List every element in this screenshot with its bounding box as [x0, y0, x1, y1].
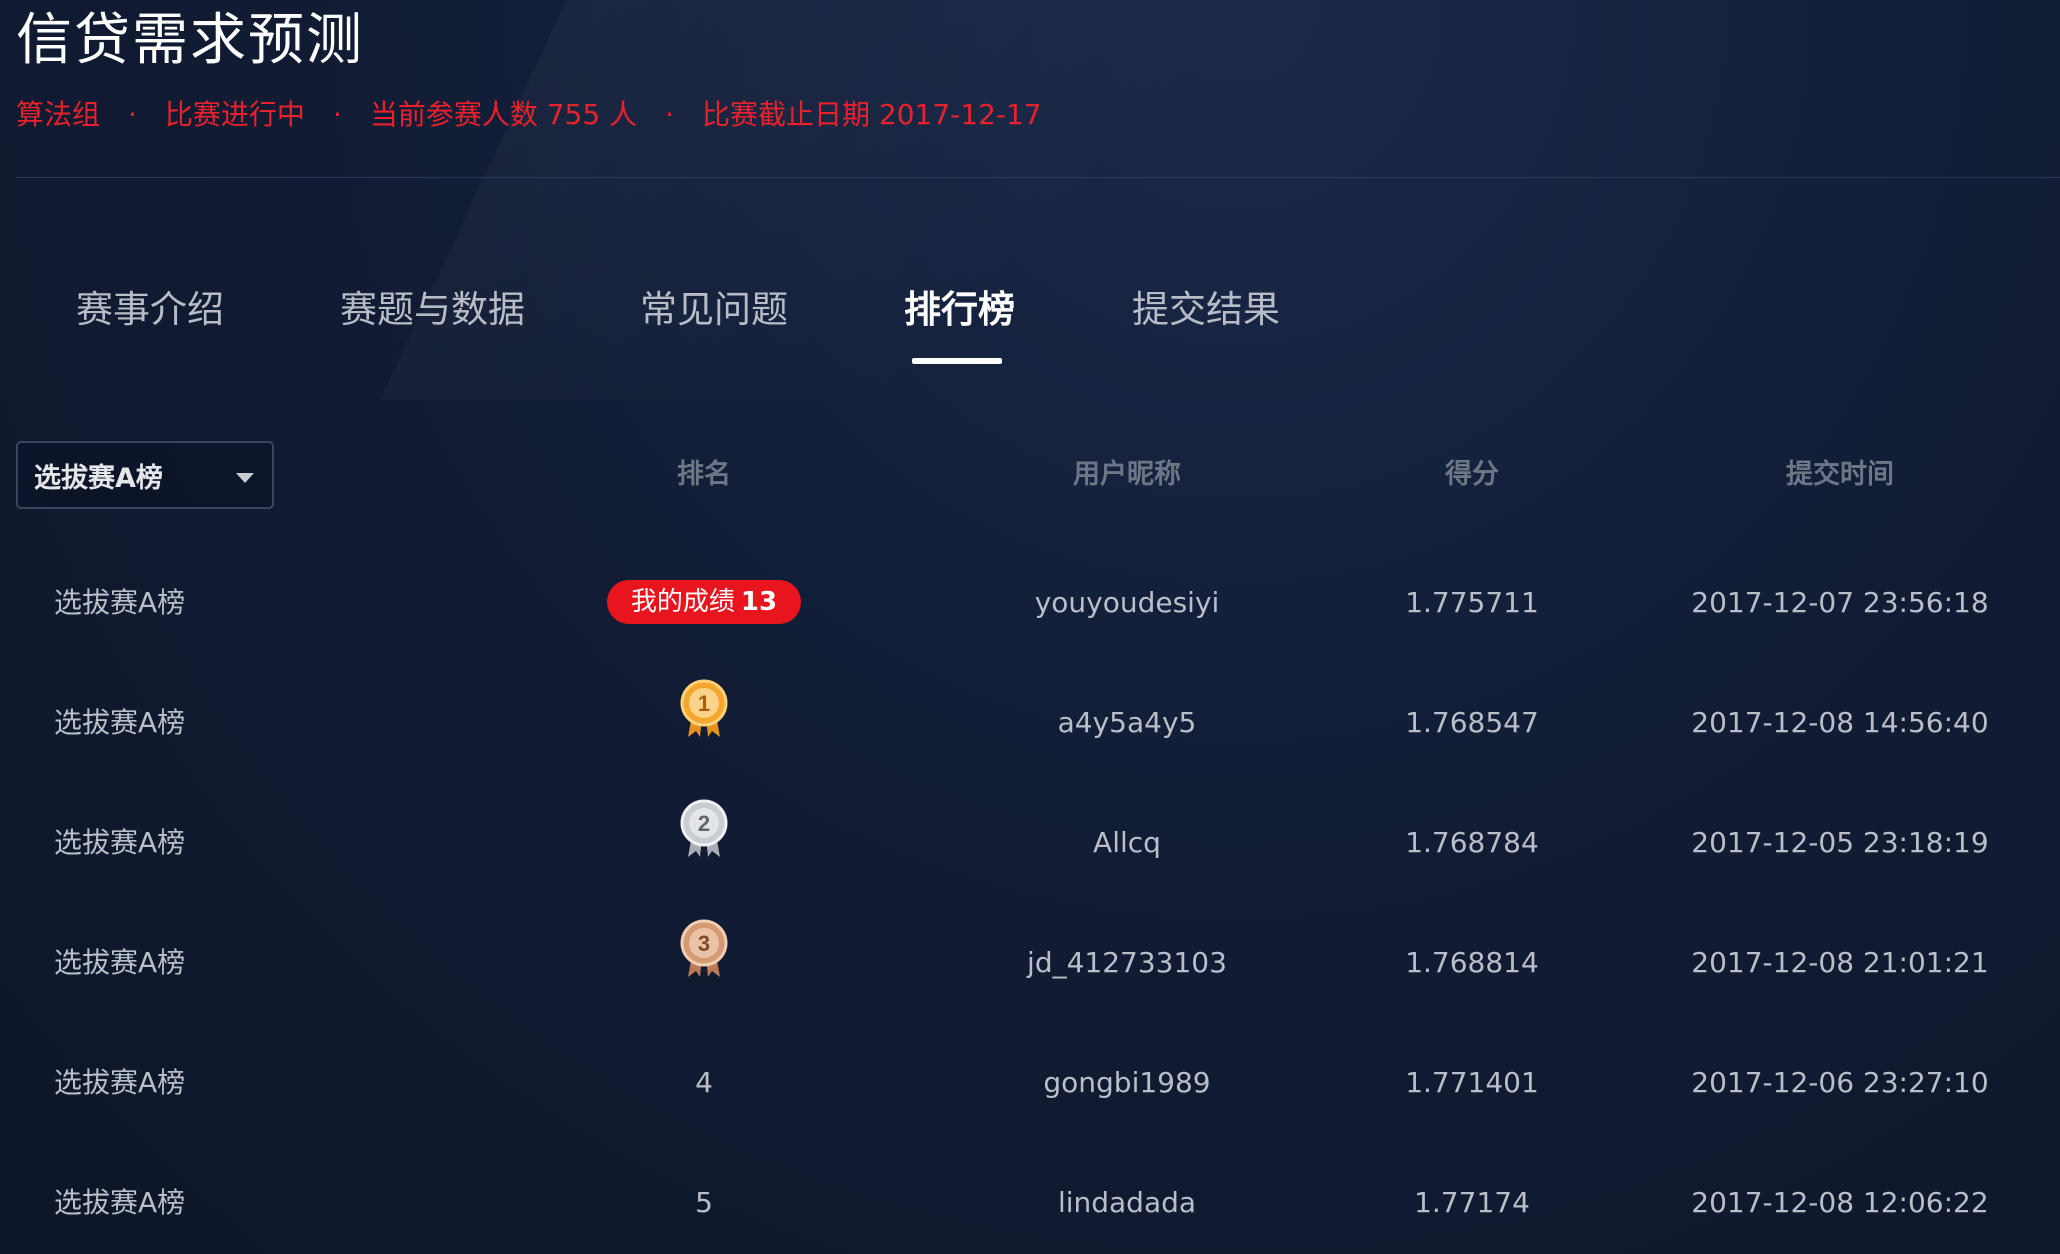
- row-time: 2017-12-08 14:56:40: [1691, 706, 1989, 739]
- active-tab-indicator: [912, 358, 1002, 364]
- row-rank: 我的成绩 13: [604, 563, 804, 643]
- row-rank: 3: [604, 919, 804, 1003]
- meta-participants: 当前参赛人数 755 人: [369, 98, 638, 131]
- tab-leaderboard[interactable]: 排行榜: [904, 278, 1015, 342]
- my-score-label: 我的成绩: [630, 587, 735, 617]
- row-score: 1.768547: [1405, 706, 1539, 739]
- row-board: 选拔赛A榜: [54, 826, 186, 859]
- row-score: 1.775711: [1405, 586, 1539, 619]
- row-board: 选拔赛A榜: [54, 586, 186, 619]
- row-time: 2017-12-07 23:56:18: [1691, 586, 1989, 619]
- row-rank: 1: [604, 679, 804, 763]
- tab-introduction[interactable]: 赛事介绍: [76, 278, 224, 342]
- row-time: 2017-12-06 23:27:10: [1691, 1066, 1989, 1099]
- competition-meta: 算法组 · 比赛进行中 · 当前参赛人数 755 人 · 比赛截止日期 2017…: [16, 95, 1042, 135]
- medal-rank-number: 3: [698, 931, 710, 956]
- row-board: 选拔赛A榜: [54, 1066, 186, 1099]
- my-rank-number: 13: [740, 587, 778, 617]
- tab-problem-and-data[interactable]: 赛题与数据: [340, 278, 525, 342]
- meta-separator: ·: [665, 98, 674, 131]
- meta-status: 比赛进行中: [164, 98, 305, 131]
- row-user: jd_412733103: [1027, 946, 1227, 979]
- header-user: 用户昵称: [1073, 459, 1181, 490]
- medal-rank-number: 1: [698, 691, 710, 716]
- row-score: 1.768814: [1405, 946, 1539, 979]
- leaderboard-page: 信贷需求预测 算法组 · 比赛进行中 · 当前参赛人数 755 人 · 比赛截止…: [0, 0, 2060, 1254]
- row-time: 2017-12-08 21:01:21: [1691, 946, 1989, 979]
- meta-group: 算法组: [16, 98, 101, 131]
- row-rank: 2: [604, 799, 804, 883]
- row-board: 选拔赛A榜: [54, 1186, 186, 1219]
- medal-rank-number: 2: [698, 811, 710, 836]
- row-score: 1.771401: [1405, 1066, 1539, 1099]
- table-row: 选拔赛A榜 2 Allcq 1.768784 2017-12-05 23:18:…: [0, 799, 2060, 883]
- my-score-badge: 我的成绩 13: [606, 580, 802, 624]
- table-row: 选拔赛A榜 1 a4y5a4y5 1.768547 2017-12-08 14:…: [0, 679, 2060, 763]
- row-board: 选拔赛A榜: [54, 706, 186, 739]
- row-user: lindadada: [1057, 1186, 1197, 1219]
- row-user: youyoudesiyi: [1034, 586, 1220, 619]
- page-title: 信贷需求预测: [16, 8, 364, 73]
- row-user: Allcq: [1093, 826, 1161, 859]
- table-row: 选拔赛A榜 3 jd_412733103 1.768814 2017-12-08…: [0, 919, 2060, 1003]
- table-row: 选拔赛A榜 5 lindadada 1.77174 2017-12-08 12:…: [0, 1163, 2060, 1243]
- gold-medal-icon: 1: [678, 677, 730, 770]
- tab-faq[interactable]: 常见问题: [640, 278, 788, 342]
- header-score: 得分: [1445, 459, 1499, 490]
- table-row: 选拔赛A榜 4 gongbi1989 1.771401 2017-12-06 2…: [0, 1043, 2060, 1123]
- tab-submit-results[interactable]: 提交结果: [1132, 278, 1280, 342]
- background-decoration: [380, 0, 1760, 400]
- row-board: 选拔赛A榜: [54, 946, 186, 979]
- row-user: a4y5a4y5: [1057, 706, 1197, 739]
- bronze-medal-icon: 3: [678, 917, 730, 1010]
- row-score: 1.768784: [1405, 826, 1539, 859]
- row-rank: 4: [695, 1066, 713, 1099]
- table-header: 排名 用户昵称 得分 提交时间: [0, 445, 2060, 505]
- silver-medal-icon: 2: [678, 797, 730, 890]
- meta-deadline: 比赛截止日期 2017-12-17: [702, 98, 1042, 131]
- row-score: 1.77174: [1414, 1186, 1530, 1219]
- meta-separator: ·: [332, 98, 342, 131]
- row-time: 2017-12-08 12:06:22: [1691, 1186, 1989, 1219]
- row-rank: 5: [695, 1186, 713, 1219]
- header-rank: 排名: [677, 459, 731, 490]
- row-user: gongbi1989: [1043, 1066, 1211, 1099]
- row-time: 2017-12-05 23:18:19: [1691, 826, 1989, 859]
- my-result-row: 选拔赛A榜 我的成绩 13 youyoudesiyi 1.775711 2017-…: [0, 563, 2060, 643]
- header-time: 提交时间: [1786, 459, 1894, 490]
- header-divider: [16, 177, 2060, 178]
- meta-separator: ·: [128, 98, 137, 131]
